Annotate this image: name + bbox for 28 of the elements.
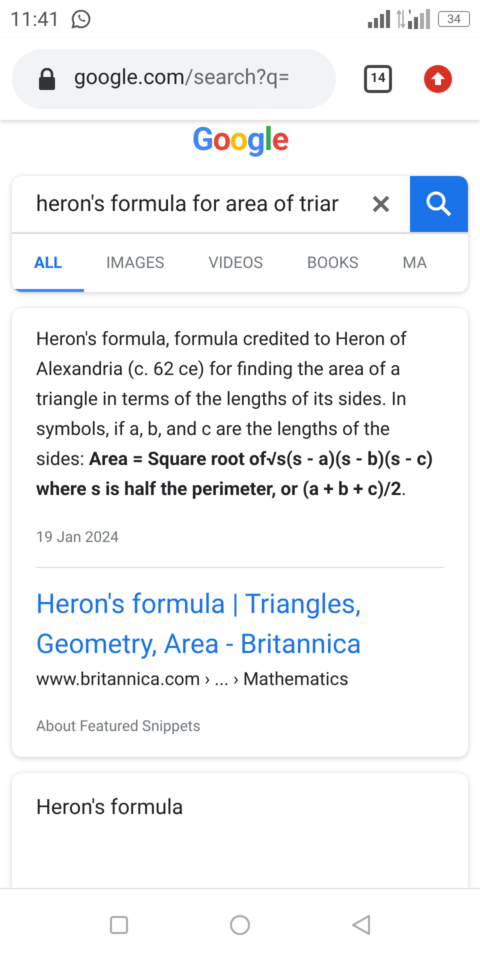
search-tab[interactable]: ALL xyxy=(12,234,84,292)
square-nav-icon[interactable] xyxy=(109,914,129,934)
home-nav-icon[interactable] xyxy=(229,914,251,936)
tab-count-button[interactable]: 14 xyxy=(364,65,392,93)
data-arrows-icon xyxy=(396,10,406,28)
card-title: Heron's formula xyxy=(36,795,184,822)
search-button[interactable] xyxy=(410,176,468,232)
breadcrumb-text: www.britannica.com › ... › Mathematics xyxy=(36,668,350,692)
search-field[interactable]: heron's formula for area of triar xyxy=(12,176,372,232)
close-icon[interactable] xyxy=(372,195,390,213)
snippet-date: 19 Jan 2024 xyxy=(36,527,120,548)
chat-bubble-icon xyxy=(70,8,92,30)
search-icon xyxy=(425,190,453,218)
search-tab[interactable]: VIDEOS xyxy=(186,234,286,292)
snippet-text: Heron's formula, formula credited to Heron of Alexandria (c. 62 ce) for finding the area of a triangle in terms of the lengths of its sides. In symbols, if a, b, and c are the lengths of the sides: Area = Square root of√s(s - a)(s - b)(s - c) where s is half the perimeter, or (a + b + c)/2. xyxy=(36,327,434,502)
lock-icon xyxy=(38,68,56,90)
back-nav-icon[interactable] xyxy=(351,914,371,936)
logo: Google xyxy=(192,122,288,156)
search-tab[interactable]: IMAGES xyxy=(84,234,186,292)
search-tab[interactable]: BOOKS xyxy=(285,234,381,292)
signal-icon xyxy=(408,9,432,29)
url-text: google.com/search?q= xyxy=(74,65,290,92)
status-time: 11:41 xyxy=(10,6,60,33)
address-bar[interactable]: google.com/search?q= xyxy=(12,49,336,109)
featured-snippets-link[interactable]: About Featured Snippets xyxy=(36,714,444,737)
battery-indicator: 34 xyxy=(438,11,470,27)
search-tab[interactable]: MA xyxy=(380,234,450,292)
result-link[interactable]: Heron's formula | Triangles, Geometry, Area - Britannica xyxy=(36,584,444,664)
